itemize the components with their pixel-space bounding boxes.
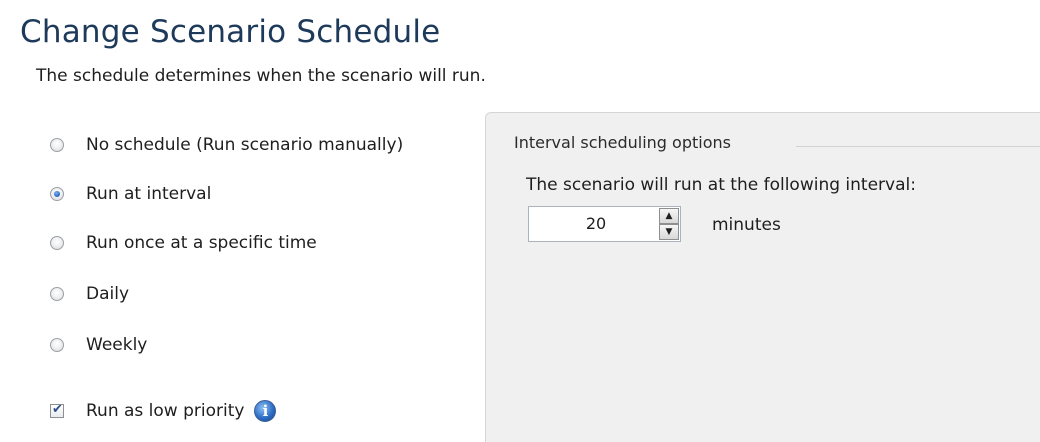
radio-button-selected[interactable] xyxy=(50,187,64,201)
page-subtitle: The schedule determines when the scenari… xyxy=(36,66,486,86)
radio-button[interactable] xyxy=(50,287,64,301)
radio-label: No schedule (Run scenario manually) xyxy=(86,135,404,155)
low-priority-checkbox[interactable]: ✔ xyxy=(50,402,64,418)
spin-up-icon[interactable]: ▲ xyxy=(659,208,679,224)
radio-run-at-interval[interactable]: Run at interval xyxy=(50,181,211,207)
low-priority-label: Run as low priority xyxy=(86,401,245,421)
low-priority-option[interactable]: ✔ Run as low priority i xyxy=(50,398,277,424)
interval-units: minutes xyxy=(712,215,781,235)
group-title: Interval scheduling options xyxy=(514,133,731,152)
interval-description: The scenario will run at the following i… xyxy=(526,175,916,195)
radio-label: Daily xyxy=(86,284,130,304)
radio-run-once[interactable]: Run once at a specific time xyxy=(50,230,317,256)
radio-daily[interactable]: Daily xyxy=(50,281,129,307)
checkmark-icon: ✔ xyxy=(52,402,63,417)
interval-stepper[interactable]: 20 ▲ ▼ xyxy=(528,206,681,242)
radio-label: Run at interval xyxy=(86,184,212,204)
spin-down-icon[interactable]: ▼ xyxy=(659,224,679,240)
group-divider xyxy=(796,146,1040,147)
radio-weekly[interactable]: Weekly xyxy=(50,332,147,358)
interval-value[interactable]: 20 xyxy=(529,207,657,241)
page-title: Change Scenario Schedule xyxy=(20,14,441,50)
info-icon[interactable]: i xyxy=(254,400,277,422)
radio-label: Run once at a specific time xyxy=(86,233,317,253)
radio-label: Weekly xyxy=(86,335,148,355)
radio-button[interactable] xyxy=(50,138,64,152)
radio-button[interactable] xyxy=(50,338,64,352)
radio-button[interactable] xyxy=(50,236,64,250)
radio-no-schedule[interactable]: No schedule (Run scenario manually) xyxy=(50,132,403,158)
interval-options-panel: Interval scheduling options The scenario… xyxy=(485,112,1040,442)
